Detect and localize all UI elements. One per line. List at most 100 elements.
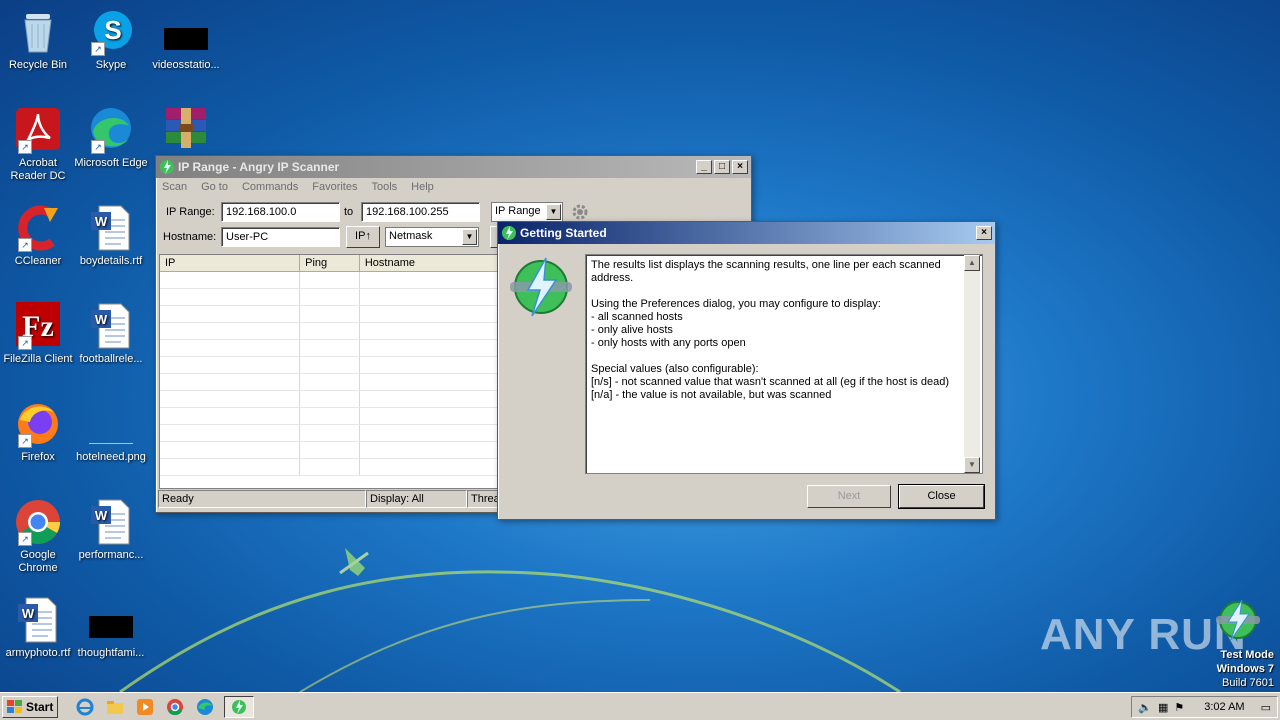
menu-help[interactable]: Help <box>411 181 434 193</box>
taskbar: Start 🔈 ▦ ⚑ 3:02 AM ▭ <box>0 692 1280 720</box>
desktop-icon-performance[interactable]: W performanc... <box>73 498 149 562</box>
volume-icon[interactable]: 🔈 <box>1138 701 1152 714</box>
desktop-icon-skype[interactable]: S ↗ Skype <box>73 8 149 72</box>
maximize-button[interactable]: □ <box>714 160 730 174</box>
taskbar-ie-icon[interactable] <box>74 696 96 718</box>
desktop-icon-edge[interactable]: ↗ Microsoft Edge <box>73 106 149 170</box>
black-file-icon <box>87 596 135 644</box>
table-cell <box>360 306 498 322</box>
results-header: IP Ping Hostname <box>160 255 498 272</box>
angry-ip-logo-icon <box>510 257 572 317</box>
table-cell <box>360 357 498 373</box>
table-cell <box>160 408 301 424</box>
desktop-icon-armyphoto[interactable]: W armyphoto.rtf <box>0 596 76 660</box>
gear-icon[interactable] <box>571 203 589 221</box>
desktop-icon-chrome[interactable]: ↗ Google Chrome <box>0 498 76 575</box>
table-cell <box>160 357 301 373</box>
show-desktop-icon[interactable]: ▭ <box>1261 701 1271 714</box>
taskbar-angry-ip-button[interactable] <box>224 695 255 718</box>
clock[interactable]: 3:02 AM <box>1204 701 1244 713</box>
taskbar-chrome-icon[interactable] <box>164 696 186 718</box>
desktop-icon-hotelneed[interactable]: hotelneed.png <box>73 400 149 464</box>
ip-range-label: IP Range: <box>166 206 215 218</box>
table-row <box>160 340 498 357</box>
start-button[interactable]: Start <box>2 695 59 718</box>
table-cell <box>360 459 498 475</box>
hostname-label: Hostname: <box>163 231 217 243</box>
os-watermark: Test Mode Windows 7 Build 7601 <box>1217 648 1274 690</box>
menu-commands[interactable]: Commands <box>242 181 298 193</box>
desktop-icon-boydetails[interactable]: W boydetails.rtf <box>73 204 149 268</box>
desktop-icon-firefox[interactable]: ↗ Firefox <box>0 400 76 464</box>
desktop-icon-thoughtfami[interactable]: thoughtfami... <box>73 596 149 660</box>
close-button[interactable]: Close <box>898 484 985 509</box>
table-cell <box>160 289 301 305</box>
scanner-menubar: Scan Go to Commands Favorites Tools Help <box>156 178 751 196</box>
menu-tools[interactable]: Tools <box>371 181 397 193</box>
taskbar-edge-icon[interactable] <box>194 696 216 718</box>
table-cell <box>160 391 301 407</box>
netmask-select[interactable]: Netmask ▼ <box>385 227 479 247</box>
svg-text:W: W <box>95 312 108 327</box>
column-ping[interactable]: Ping <box>300 255 360 271</box>
table-cell <box>360 272 498 288</box>
table-cell <box>300 408 360 424</box>
table-cell <box>360 408 498 424</box>
dialog-close-x-button[interactable]: × <box>976 226 992 240</box>
getting-started-dialog: Getting Started × The results list displ… <box>497 221 996 520</box>
desktop-icon-acrobat[interactable]: ↗ Acrobat Reader DC <box>0 106 76 183</box>
menu-scan[interactable]: Scan <box>162 181 187 193</box>
desktop-icon-filezilla[interactable]: Fz ↗ FileZilla Client <box>0 302 76 366</box>
results-rows <box>160 272 498 476</box>
svg-text:S: S <box>104 15 121 45</box>
ip-up-button[interactable]: IP↑ <box>346 226 380 248</box>
table-cell <box>160 442 301 458</box>
word-doc-icon: W <box>87 302 135 350</box>
table-cell <box>300 272 360 288</box>
minimize-button[interactable]: _ <box>696 160 712 174</box>
table-row <box>160 408 498 425</box>
desktop-icon-recycle-bin[interactable]: Recycle Bin <box>0 8 76 72</box>
desktop-icon-videosstation[interactable]: videosstatio... <box>148 8 224 72</box>
table-cell <box>300 391 360 407</box>
results-table[interactable]: IP Ping Hostname <box>159 254 499 489</box>
png-file-icon <box>87 400 135 448</box>
dialog-titlebar[interactable]: Getting Started × <box>498 222 995 244</box>
table-cell <box>160 425 301 441</box>
table-cell <box>360 442 498 458</box>
hostname-input[interactable]: User-PC <box>221 227 340 247</box>
column-ip[interactable]: IP <box>160 255 301 271</box>
filezilla-icon: Fz ↗ <box>14 302 62 350</box>
scroll-up-icon[interactable]: ▲ <box>964 255 980 271</box>
svg-text:W: W <box>95 508 108 523</box>
taskbar-media-player-icon[interactable] <box>134 696 156 718</box>
table-cell <box>160 374 301 390</box>
column-hostname[interactable]: Hostname <box>360 255 498 271</box>
ip-to-input[interactable]: 192.168.100.255 <box>361 202 480 222</box>
ip-from-input[interactable]: 192.168.100.0 <box>221 202 340 222</box>
table-cell <box>360 340 498 356</box>
text-scrollbar[interactable]: ▲ ▼ <box>964 255 980 473</box>
desktop-icon-footballrele[interactable]: W footballrele... <box>73 302 149 366</box>
table-row <box>160 391 498 408</box>
windows-logo-icon <box>7 699 22 713</box>
taskbar-explorer-icon[interactable] <box>104 696 126 718</box>
feeder-select[interactable]: IP Range ▼ <box>491 202 563 222</box>
scroll-down-icon[interactable]: ▼ <box>964 457 980 473</box>
network-icon[interactable]: ▦ <box>1158 701 1168 714</box>
desktop-icon-ccleaner[interactable]: ↗ CCleaner <box>0 204 76 268</box>
desktop-icon-winrar[interactable] <box>148 106 224 157</box>
action-center-flag-icon[interactable]: ⚑ <box>1174 701 1184 714</box>
table-cell <box>360 289 498 305</box>
next-button[interactable]: Next <box>807 485 891 508</box>
close-window-button[interactable]: × <box>732 160 748 174</box>
status-bar: Ready Display: All Threa <box>158 490 498 508</box>
word-doc-icon: W <box>87 204 135 252</box>
menu-favorites[interactable]: Favorites <box>312 181 357 193</box>
menu-goto[interactable]: Go to <box>201 181 228 193</box>
table-row <box>160 357 498 374</box>
table-row <box>160 272 498 289</box>
word-doc-icon: W <box>14 596 62 644</box>
scanner-titlebar[interactable]: IP Range - Angry IP Scanner _ □ × <box>156 156 751 178</box>
os-name: Windows 7 <box>1216 663 1274 675</box>
